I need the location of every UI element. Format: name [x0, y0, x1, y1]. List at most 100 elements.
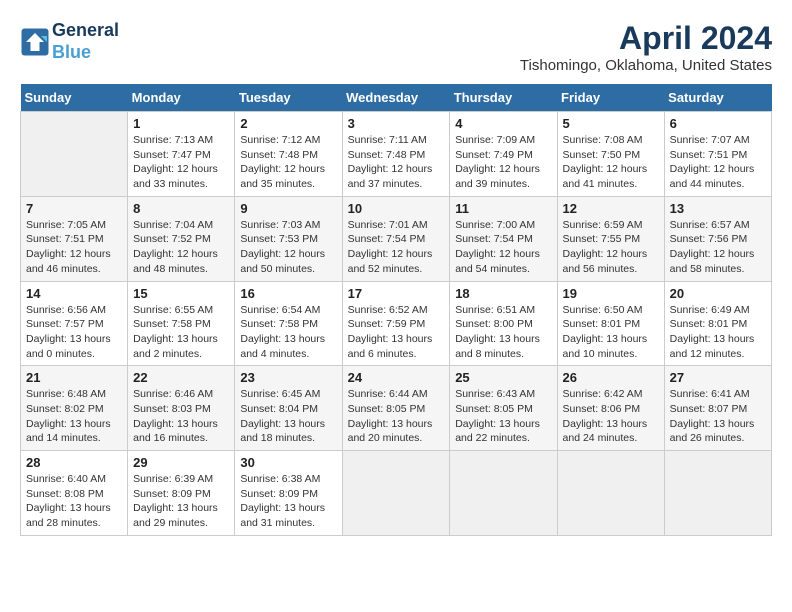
calendar-week-row: 14 Sunrise: 6:56 AMSunset: 7:57 PMDayligh…	[21, 281, 772, 366]
logo-icon	[20, 27, 50, 57]
logo-text: General Blue	[52, 20, 119, 63]
weekday-header-wednesday: Wednesday	[342, 84, 450, 112]
day-number: 21	[26, 370, 122, 385]
calendar-cell: 10 Sunrise: 7:01 AMSunset: 7:54 PMDayligh…	[342, 196, 450, 281]
calendar-cell: 24 Sunrise: 6:44 AMSunset: 8:05 PMDayligh…	[342, 366, 450, 451]
calendar-cell	[450, 451, 557, 536]
calendar-week-row: 28 Sunrise: 6:40 AMSunset: 8:08 PMDayligh…	[21, 451, 772, 536]
day-number: 20	[670, 286, 766, 301]
weekday-header-tuesday: Tuesday	[235, 84, 342, 112]
day-number: 26	[563, 370, 659, 385]
day-info: Sunrise: 6:57 AMSunset: 7:56 PMDaylight:…	[670, 218, 766, 277]
logo-line2: Blue	[52, 42, 119, 64]
day-info: Sunrise: 7:07 AMSunset: 7:51 PMDaylight:…	[670, 133, 766, 192]
calendar-cell: 9 Sunrise: 7:03 AMSunset: 7:53 PMDaylight…	[235, 196, 342, 281]
day-info: Sunrise: 6:46 AMSunset: 8:03 PMDaylight:…	[133, 387, 229, 446]
day-number: 3	[348, 116, 445, 131]
day-number: 29	[133, 455, 229, 470]
day-info: Sunrise: 6:54 AMSunset: 7:58 PMDaylight:…	[240, 303, 336, 362]
day-info: Sunrise: 6:50 AMSunset: 8:01 PMDaylight:…	[563, 303, 659, 362]
day-number: 4	[455, 116, 551, 131]
day-info: Sunrise: 6:52 AMSunset: 7:59 PMDaylight:…	[348, 303, 445, 362]
weekday-header-thursday: Thursday	[450, 84, 557, 112]
calendar-week-row: 1 Sunrise: 7:13 AMSunset: 7:47 PMDaylight…	[21, 112, 772, 197]
calendar-cell: 18 Sunrise: 6:51 AMSunset: 8:00 PMDayligh…	[450, 281, 557, 366]
day-info: Sunrise: 7:03 AMSunset: 7:53 PMDaylight:…	[240, 218, 336, 277]
weekday-header-monday: Monday	[128, 84, 235, 112]
day-number: 18	[455, 286, 551, 301]
day-number: 15	[133, 286, 229, 301]
title-block: April 2024 Tishomingo, Oklahoma, United …	[520, 20, 772, 74]
day-info: Sunrise: 7:00 AMSunset: 7:54 PMDaylight:…	[455, 218, 551, 277]
calendar-cell: 17 Sunrise: 6:52 AMSunset: 7:59 PMDayligh…	[342, 281, 450, 366]
calendar-cell: 8Sunrise: 7:04 AMSunset: 7:52 PMDaylight…	[128, 196, 235, 281]
day-number: 11	[455, 201, 551, 216]
day-info: Sunrise: 6:38 AMSunset: 8:09 PMDaylight:…	[240, 472, 336, 531]
day-number: 14	[26, 286, 122, 301]
day-number: 8	[133, 201, 229, 216]
calendar-cell: 7Sunrise: 7:05 AMSunset: 7:51 PMDaylight…	[21, 196, 128, 281]
day-number: 22	[133, 370, 229, 385]
day-info: Sunrise: 6:44 AMSunset: 8:05 PMDaylight:…	[348, 387, 445, 446]
day-info: Sunrise: 6:43 AMSunset: 8:05 PMDaylight:…	[455, 387, 551, 446]
day-number: 1	[133, 116, 229, 131]
day-info: Sunrise: 7:01 AMSunset: 7:54 PMDaylight:…	[348, 218, 445, 277]
calendar-cell: 13 Sunrise: 6:57 AMSunset: 7:56 PMDayligh…	[664, 196, 771, 281]
calendar-cell	[342, 451, 450, 536]
calendar-cell: 30 Sunrise: 6:38 AMSunset: 8:09 PMDayligh…	[235, 451, 342, 536]
day-number: 30	[240, 455, 336, 470]
calendar-cell: 25 Sunrise: 6:43 AMSunset: 8:05 PMDayligh…	[450, 366, 557, 451]
calendar-cell: 29 Sunrise: 6:39 AMSunset: 8:09 PMDayligh…	[128, 451, 235, 536]
day-number: 10	[348, 201, 445, 216]
day-number: 24	[348, 370, 445, 385]
day-number: 12	[563, 201, 659, 216]
day-number: 13	[670, 201, 766, 216]
calendar-cell: 21 Sunrise: 6:48 AMSunset: 8:02 PMDayligh…	[21, 366, 128, 451]
day-info: Sunrise: 6:45 AMSunset: 8:04 PMDaylight:…	[240, 387, 336, 446]
calendar-cell: 1 Sunrise: 7:13 AMSunset: 7:47 PMDaylight…	[128, 112, 235, 197]
calendar-table: SundayMondayTuesdayWednesdayThursdayFrid…	[20, 84, 772, 536]
day-number: 2	[240, 116, 336, 131]
day-number: 28	[26, 455, 122, 470]
day-info: Sunrise: 6:59 AMSunset: 7:55 PMDaylight:…	[563, 218, 659, 277]
day-info: Sunrise: 6:51 AMSunset: 8:00 PMDaylight:…	[455, 303, 551, 362]
day-number: 17	[348, 286, 445, 301]
day-number: 9	[240, 201, 336, 216]
weekday-header-saturday: Saturday	[664, 84, 771, 112]
day-number: 16	[240, 286, 336, 301]
day-number: 5	[563, 116, 659, 131]
calendar-cell: 5Sunrise: 7:08 AMSunset: 7:50 PMDaylight…	[557, 112, 664, 197]
day-info: Sunrise: 6:39 AMSunset: 8:09 PMDaylight:…	[133, 472, 229, 531]
calendar-cell: 11 Sunrise: 7:00 AMSunset: 7:54 PMDayligh…	[450, 196, 557, 281]
calendar-cell: 12 Sunrise: 6:59 AMSunset: 7:55 PMDayligh…	[557, 196, 664, 281]
calendar-cell: 19 Sunrise: 6:50 AMSunset: 8:01 PMDayligh…	[557, 281, 664, 366]
weekday-header-friday: Friday	[557, 84, 664, 112]
calendar-cell: 3 Sunrise: 7:11 AMSunset: 7:48 PMDaylight…	[342, 112, 450, 197]
day-number: 25	[455, 370, 551, 385]
day-info: Sunrise: 6:55 AMSunset: 7:58 PMDaylight:…	[133, 303, 229, 362]
calendar-cell: 20 Sunrise: 6:49 AMSunset: 8:01 PMDayligh…	[664, 281, 771, 366]
day-number: 19	[563, 286, 659, 301]
day-info: Sunrise: 6:42 AMSunset: 8:06 PMDaylight:…	[563, 387, 659, 446]
day-info: Sunrise: 6:56 AMSunset: 7:57 PMDaylight:…	[26, 303, 122, 362]
calendar-cell: 4Sunrise: 7:09 AMSunset: 7:49 PMDaylight…	[450, 112, 557, 197]
day-number: 6	[670, 116, 766, 131]
day-info: Sunrise: 7:13 AMSunset: 7:47 PMDaylight:…	[133, 133, 229, 192]
calendar-cell: 28 Sunrise: 6:40 AMSunset: 8:08 PMDayligh…	[21, 451, 128, 536]
day-info: Sunrise: 6:48 AMSunset: 8:02 PMDaylight:…	[26, 387, 122, 446]
calendar-cell: 22 Sunrise: 6:46 AMSunset: 8:03 PMDayligh…	[128, 366, 235, 451]
location: Tishomingo, Oklahoma, United States	[520, 57, 772, 74]
day-info: Sunrise: 7:05 AMSunset: 7:51 PMDaylight:…	[26, 218, 122, 277]
calendar-cell: 23Sunrise: 6:45 AMSunset: 8:04 PMDayligh…	[235, 366, 342, 451]
day-info: Sunrise: 7:11 AMSunset: 7:48 PMDaylight:…	[348, 133, 445, 192]
calendar-cell: 27Sunrise: 6:41 AMSunset: 8:07 PMDayligh…	[664, 366, 771, 451]
month-year: April 2024	[520, 20, 772, 57]
page-header: General Blue April 2024 Tishomingo, Okla…	[20, 20, 772, 74]
day-info: Sunrise: 6:40 AMSunset: 8:08 PMDaylight:…	[26, 472, 122, 531]
calendar-cell: 26 Sunrise: 6:42 AMSunset: 8:06 PMDayligh…	[557, 366, 664, 451]
calendar-week-row: 21 Sunrise: 6:48 AMSunset: 8:02 PMDayligh…	[21, 366, 772, 451]
logo-line1: General	[52, 20, 119, 42]
day-info: Sunrise: 6:49 AMSunset: 8:01 PMDaylight:…	[670, 303, 766, 362]
day-info: Sunrise: 7:12 AMSunset: 7:48 PMDaylight:…	[240, 133, 336, 192]
calendar-cell	[21, 112, 128, 197]
